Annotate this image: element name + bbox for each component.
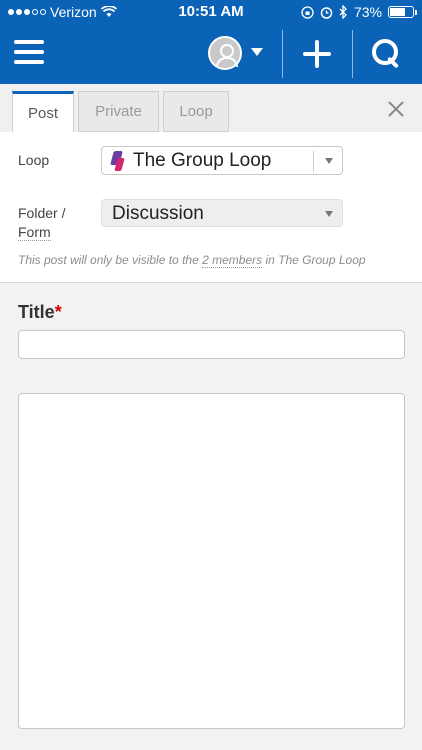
select-divider <box>313 151 314 172</box>
loop-logo-icon <box>110 151 126 171</box>
post-settings-panel: Loop The Group Loop Folder / Form Discus… <box>0 132 422 283</box>
tab-loop[interactable]: Loop <box>163 91 229 132</box>
close-icon[interactable] <box>385 98 407 120</box>
title-label-text: Title <box>18 302 55 322</box>
post-body-textarea[interactable] <box>18 393 405 729</box>
plus-icon[interactable] <box>303 40 331 68</box>
tab-post[interactable]: Post <box>12 91 74 133</box>
required-mark: * <box>54 302 62 322</box>
alarm-icon <box>320 6 333 19</box>
status-bar: Verizon 10:51 AM 73% <box>0 0 422 24</box>
visibility-note: This post will only be visible to the 2 … <box>18 253 366 268</box>
battery-fill <box>390 8 406 16</box>
loop-label: Loop <box>18 152 50 168</box>
bluetooth-icon <box>339 5 347 19</box>
members-link[interactable]: 2 members <box>202 253 263 268</box>
folder-select-value: Discussion <box>112 203 204 224</box>
title-label: Title* <box>18 302 62 323</box>
screen-lock-icon <box>301 5 314 19</box>
visibility-note-suffix: in The Group Loop <box>265 253 366 267</box>
title-input[interactable] <box>18 330 405 359</box>
chevron-down-icon <box>325 158 333 164</box>
post-type-tabs: Post Private Loop <box>0 84 422 133</box>
status-right-group: 73% <box>301 4 417 20</box>
folder-label-line2: Form <box>18 224 51 241</box>
battery-percent: 73% <box>353 4 382 20</box>
nav-divider <box>282 30 283 78</box>
loop-select-value: The Group Loop <box>133 150 272 171</box>
avatar-icon[interactable] <box>208 36 242 70</box>
battery-icon <box>388 6 417 18</box>
folder-form-label: Folder / Form <box>18 204 65 242</box>
visibility-note-prefix: This post will only be visible to the <box>18 253 199 267</box>
folder-label-line1: Folder / <box>18 205 66 221</box>
nav-divider <box>352 30 353 78</box>
chevron-down-icon <box>325 211 333 217</box>
search-icon[interactable] <box>372 39 402 69</box>
tab-private[interactable]: Private <box>78 91 159 132</box>
loop-select[interactable]: The Group Loop <box>101 146 343 175</box>
top-nav-bar <box>0 24 422 84</box>
menu-icon[interactable] <box>14 40 44 66</box>
folder-select[interactable]: Discussion <box>101 199 343 227</box>
chevron-down-icon[interactable] <box>251 48 263 56</box>
